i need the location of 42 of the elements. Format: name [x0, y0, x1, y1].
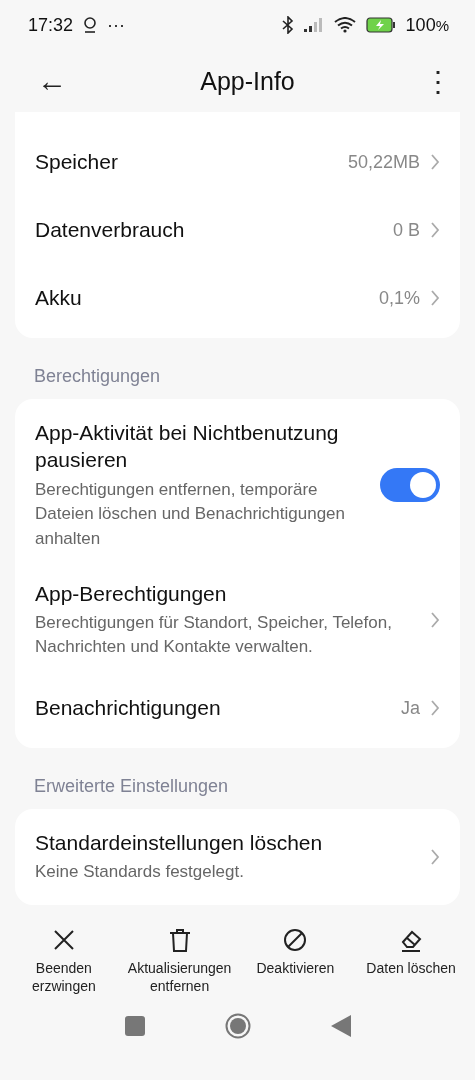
- setting-title[interactable]: Akku: [35, 284, 369, 312]
- section-heading: Berechtigungen: [33, 365, 162, 388]
- page-title: App-Info: [199, 66, 296, 96]
- back-button[interactable]: ←: [32, 64, 72, 98]
- toggle-switch[interactable]: [380, 468, 440, 503]
- back-nav-button[interactable]: [330, 1015, 351, 1038]
- setting-description: Berechtigungen für Standort, Speicher, Telefon, Nachrichten und Kontakte verwalten.: [35, 611, 393, 659]
- value-text: 50,22MB: [347, 151, 420, 173]
- setting-title[interactable]: Benachrichtigungen: [35, 694, 391, 722]
- setting-title[interactable]: App-Berechtigungen: [35, 579, 420, 607]
- chevron-icon: [430, 154, 440, 170]
- recents-button[interactable]: [124, 1016, 145, 1037]
- chevron-icon: [430, 222, 440, 238]
- more-button[interactable]: ⋮: [423, 64, 453, 98]
- setting-title[interactable]: Datenverbrauch: [35, 216, 383, 244]
- action-button[interactable]: Beenden erzwingen: [8, 927, 119, 996]
- chevron-icon: [430, 700, 440, 717]
- setting-title[interactable]: Speicher: [35, 148, 338, 176]
- signal-icon: [303, 18, 324, 32]
- home-button[interactable]: [224, 1013, 251, 1040]
- overflow-indicator: ···: [107, 14, 126, 36]
- clock: 17:32: [28, 14, 74, 36]
- chevron-icon: [430, 290, 440, 306]
- battery-icon: [365, 17, 396, 33]
- chevron-icon: [430, 849, 440, 866]
- section-heading: Erweiterte Einstellungen: [33, 775, 230, 799]
- chevron-icon: [430, 611, 440, 628]
- location-icon: [83, 16, 98, 34]
- setting-description: Berechtigungen entfernen, temporäre Dateien löschen und Benachrichtigungen anhalten: [35, 478, 346, 550]
- wifi-icon: [333, 17, 356, 33]
- bluetooth-icon: [281, 16, 294, 34]
- block-icon: [282, 927, 309, 954]
- action-button[interactable]: Deaktivieren: [240, 927, 351, 996]
- value-text: 0 B: [392, 219, 420, 241]
- setting-title[interactable]: App-Aktivität bei Nichtbenutzung pausieren: [35, 419, 370, 474]
- battery-percentage: 100%: [405, 14, 449, 36]
- value-text: 0,1%: [378, 287, 420, 309]
- action-button[interactable]: Aktualisierungen entfernen: [124, 927, 235, 996]
- setting-title[interactable]: Standardeinstellungen löschen: [35, 829, 420, 857]
- value-text: Ja: [401, 697, 420, 719]
- setting-description: Keine Standards festgelegt.: [35, 861, 245, 884]
- action-button[interactable]: Daten löschen: [356, 927, 467, 996]
